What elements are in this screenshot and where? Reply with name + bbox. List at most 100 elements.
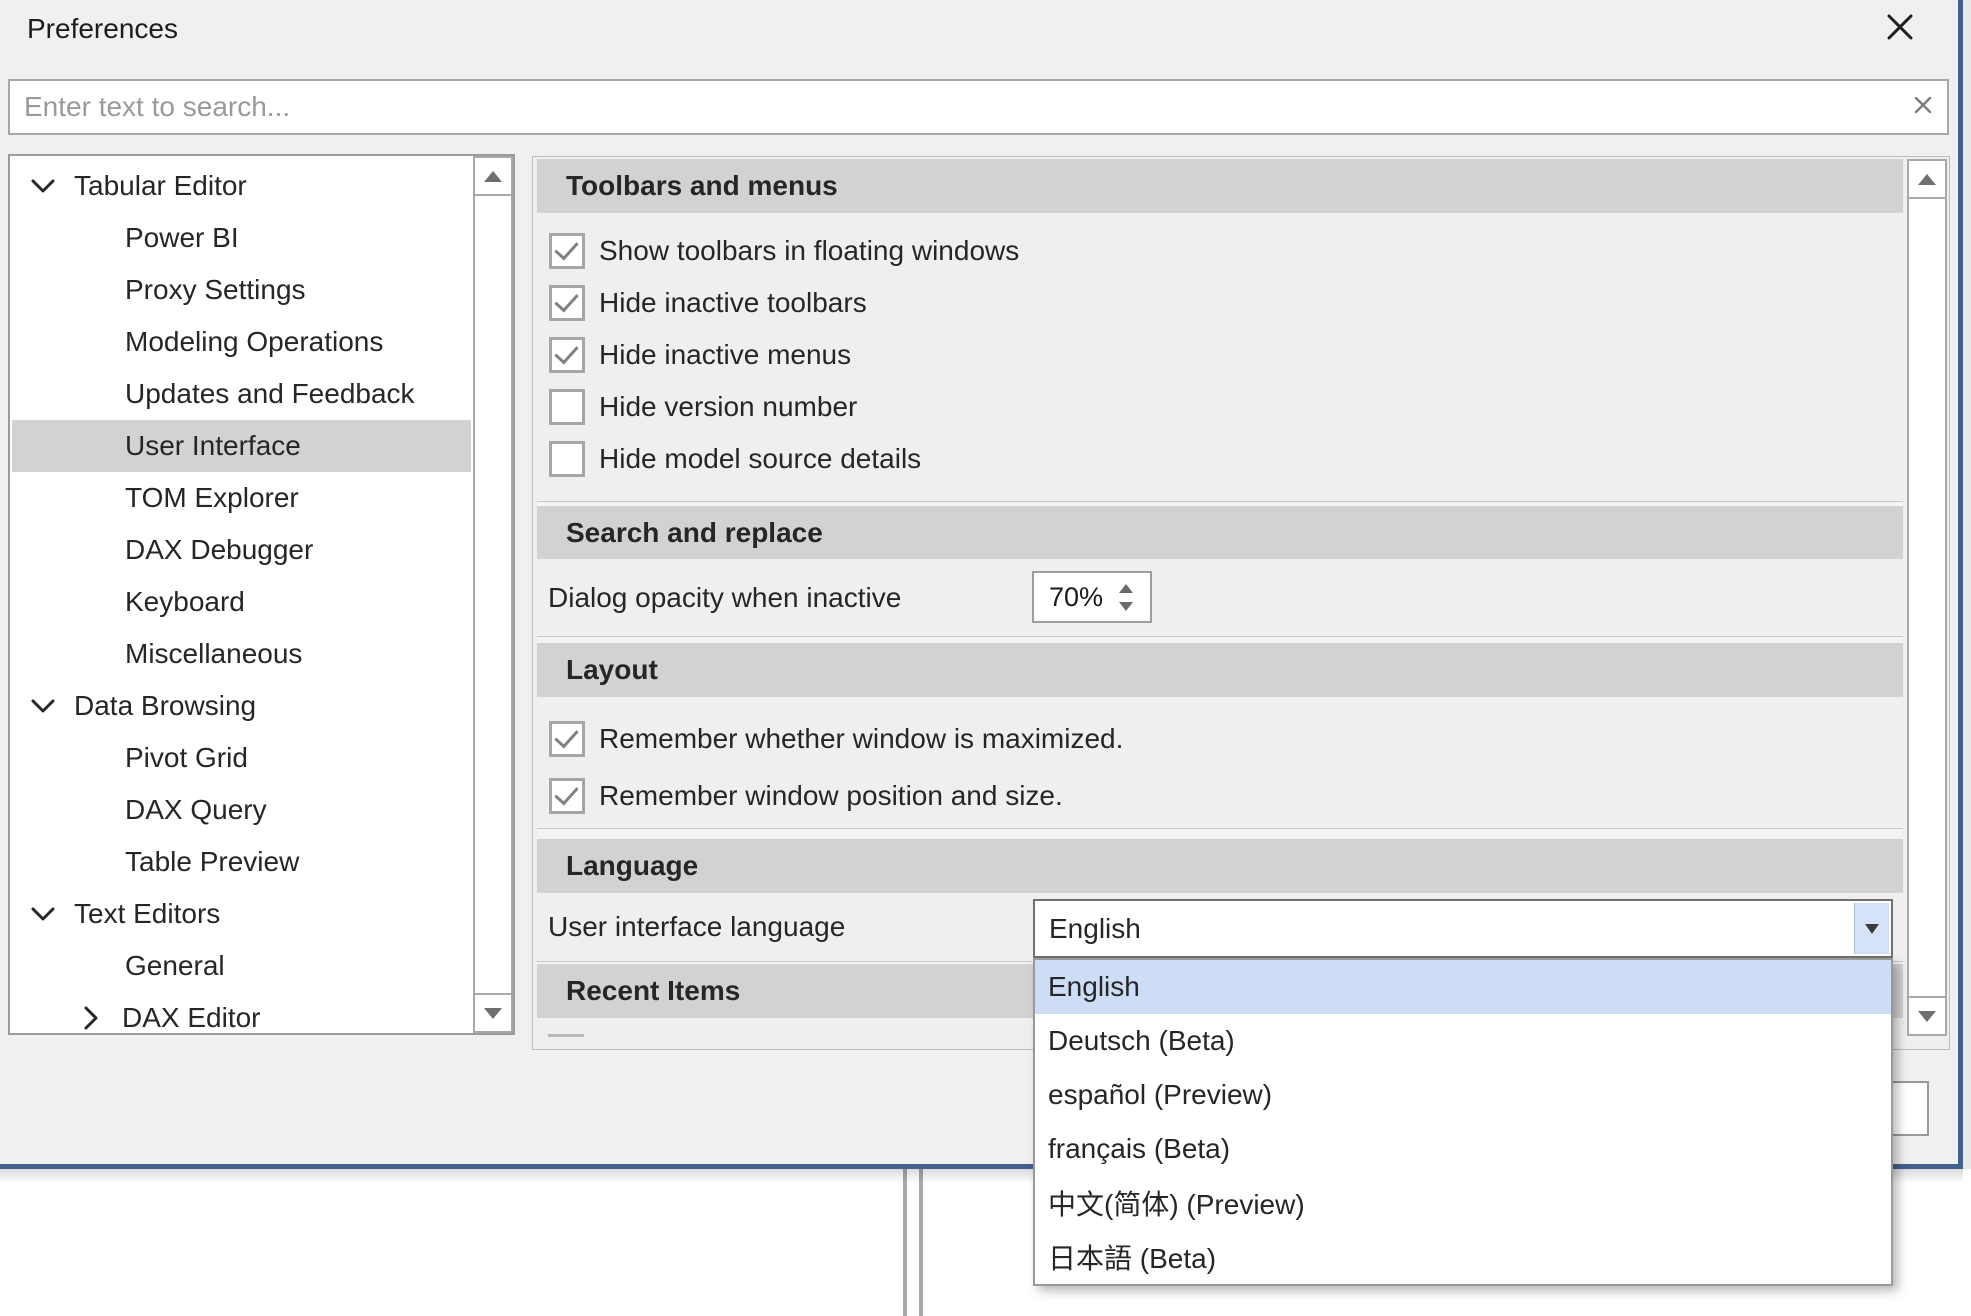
section-header-search-and-replace: Search and replace — [537, 506, 1903, 559]
scroll-down-button[interactable] — [1907, 996, 1947, 1036]
tree-item-label: DAX Debugger — [125, 534, 313, 566]
settings-tree-panel: Tabular Editor Power BI Proxy Settings Mode… — [8, 154, 515, 1035]
checkbox-checked[interactable] — [549, 337, 585, 373]
checkbox-label: Hide inactive menus — [599, 339, 851, 371]
checkbox-row: Hide version number — [537, 381, 1903, 433]
dropdown-option[interactable]: español (Preview) — [1035, 1068, 1891, 1122]
ui-language-row: User interface language English — [537, 893, 1903, 961]
layout-section-body: Remember whether window is maximized. Rem… — [537, 697, 1903, 828]
dropdown-option[interactable]: 日本語 (Beta) — [1035, 1230, 1891, 1284]
section-title: Recent Items — [566, 975, 740, 1007]
tree-item-label: TOM Explorer — [125, 482, 299, 514]
spinner-arrows — [1119, 584, 1133, 611]
dropdown-option[interactable]: Deutsch (Beta) — [1035, 1014, 1891, 1068]
search-box — [8, 79, 1949, 135]
search-input[interactable] — [10, 81, 1899, 133]
arrow-down-icon — [484, 1008, 502, 1019]
settings-tree: Tabular Editor Power BI Proxy Settings Mode… — [12, 160, 471, 1035]
chevron-down-icon[interactable] — [28, 698, 58, 714]
tree-item[interactable]: Pivot Grid — [12, 732, 471, 784]
tree-item-label: Pivot Grid — [125, 742, 248, 774]
clipped-control-fragment — [548, 1034, 584, 1037]
tree-item[interactable]: DAX Editor — [12, 992, 471, 1035]
opacity-spinner-input[interactable] — [1034, 581, 1117, 614]
checkbox-label: Hide version number — [599, 391, 857, 423]
checkbox-checked[interactable] — [549, 285, 585, 321]
checkbox-checked[interactable] — [549, 778, 585, 814]
background-window-edge-right — [919, 1169, 923, 1316]
scrollbar-track[interactable] — [473, 196, 513, 993]
section-divider — [537, 828, 1903, 839]
checkbox-unchecked[interactable] — [549, 389, 585, 425]
checkbox-checked[interactable] — [549, 721, 585, 757]
tree-item-label: DAX Query — [125, 794, 267, 826]
checkbox-unchecked[interactable] — [549, 441, 585, 477]
section-title: Language — [566, 850, 698, 882]
section-title: Layout — [566, 654, 658, 686]
tree-item[interactable]: DAX Debugger — [12, 524, 471, 576]
close-icon — [1885, 12, 1915, 47]
toolbars-section-body: Show toolbars in floating windowsHide in… — [537, 213, 1903, 501]
tree-item-label: General — [125, 950, 225, 982]
checkbox-label: Hide inactive toolbars — [599, 287, 867, 319]
tree-item[interactable]: Keyboard — [12, 576, 471, 628]
tree-item[interactable]: Updates and Feedback — [12, 368, 471, 420]
chevron-right-icon[interactable] — [76, 1005, 106, 1031]
tree-item[interactable]: Table Preview — [12, 836, 471, 888]
section-header-language: Language — [537, 839, 1903, 893]
section-divider — [537, 636, 1903, 643]
spinner-up-button[interactable] — [1119, 584, 1133, 593]
ui-language-combobox[interactable]: English — [1033, 899, 1893, 958]
opacity-spinner — [1032, 571, 1152, 623]
tree-item-label: Proxy Settings — [125, 274, 306, 306]
scrollbar-track[interactable] — [1907, 199, 1947, 996]
tree-item-label: Power BI — [125, 222, 239, 254]
tree-item[interactable]: Tabular Editor — [12, 160, 471, 212]
dropdown-option[interactable]: 中文(简体) (Preview) — [1035, 1176, 1891, 1230]
arrow-up-icon — [484, 171, 502, 182]
scroll-up-button[interactable] — [1907, 159, 1947, 199]
scroll-down-button[interactable] — [473, 993, 513, 1033]
arrow-down-icon — [1918, 1011, 1936, 1022]
combobox-dropdown-button[interactable] — [1854, 903, 1889, 954]
checkbox-label: Remember whether window is maximized. — [599, 723, 1123, 755]
dialog-opacity-label: Dialog opacity when inactive — [548, 582, 901, 614]
clear-icon — [1913, 95, 1933, 120]
section-header-layout: Layout — [537, 643, 1903, 697]
tree-item[interactable]: General — [12, 940, 471, 992]
tree-item[interactable]: TOM Explorer — [12, 472, 471, 524]
tree-item[interactable]: User Interface — [12, 420, 471, 472]
chevron-down-icon — [1865, 924, 1879, 934]
spinner-down-button[interactable] — [1119, 602, 1133, 611]
section-header-toolbars-and-menus: Toolbars and menus — [537, 159, 1903, 213]
dropdown-option[interactable]: français (Beta) — [1035, 1122, 1891, 1176]
checkbox-checked[interactable] — [549, 233, 585, 269]
tree-item[interactable]: Proxy Settings — [12, 264, 471, 316]
tree-item[interactable]: Data Browsing — [12, 680, 471, 732]
tree-scrollbar[interactable] — [473, 156, 513, 1033]
checkbox-row: Remember window position and size. — [537, 770, 1903, 822]
dropdown-option[interactable]: English — [1035, 960, 1891, 1014]
tree-item-label: User Interface — [125, 430, 301, 462]
tree-item-label: Text Editors — [74, 898, 220, 930]
checkbox-label: Remember window position and size. — [599, 780, 1063, 812]
tree-item-label: Table Preview — [125, 846, 299, 878]
tree-item-label: Data Browsing — [74, 690, 256, 722]
tree-item[interactable]: Miscellaneous — [12, 628, 471, 680]
background-window-edge-left — [903, 1169, 907, 1316]
ui-language-label: User interface language — [548, 911, 845, 943]
dialog-right-margin — [1963, 0, 1971, 1169]
tree-item[interactable]: Power BI — [12, 212, 471, 264]
tree-item-label: DAX Editor — [122, 1002, 261, 1034]
checkbox-row: Hide model source details — [537, 433, 1903, 485]
close-button[interactable] — [1882, 11, 1918, 47]
chevron-down-icon[interactable] — [28, 906, 58, 922]
tree-item[interactable]: DAX Query — [12, 784, 471, 836]
dialog-opacity-row: Dialog opacity when inactive — [537, 559, 1903, 636]
tree-item[interactable]: Modeling Operations — [12, 316, 471, 368]
search-clear-button[interactable] — [1899, 81, 1947, 133]
tree-item[interactable]: Text Editors — [12, 888, 471, 940]
scroll-up-button[interactable] — [473, 156, 513, 196]
chevron-down-icon[interactable] — [28, 178, 58, 194]
options-scrollbar[interactable] — [1907, 159, 1947, 1036]
